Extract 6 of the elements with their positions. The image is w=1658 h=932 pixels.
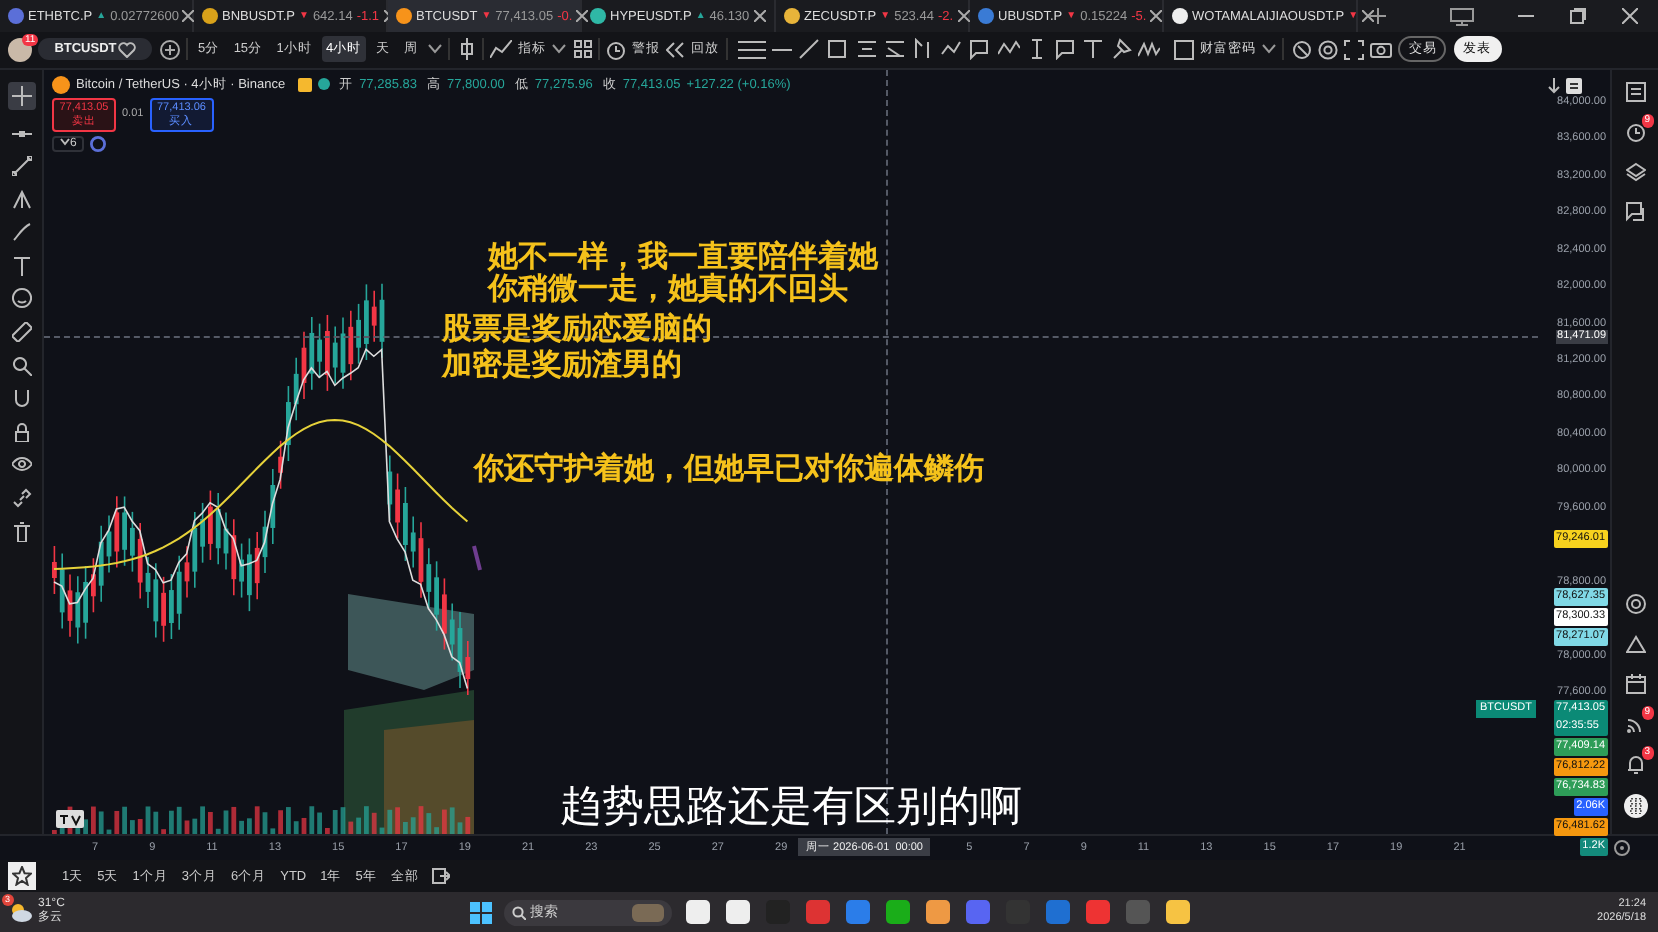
chart-annotation: 你还守护着她，但她早已对你遍体鳞伤 [474,451,984,484]
chart-annotation: 你稍微一走，她真的不回头 [488,271,848,304]
subtitle: 趋势思路还是有区别的啊 [560,783,1022,832]
chart-annotation: 加密是奖励渣男的 [442,347,682,380]
chart-annotation: 她不一样，我一直要陪伴着她 [488,239,878,272]
chart-annotation: 股票是奖励恋爱脑的 [442,311,712,344]
